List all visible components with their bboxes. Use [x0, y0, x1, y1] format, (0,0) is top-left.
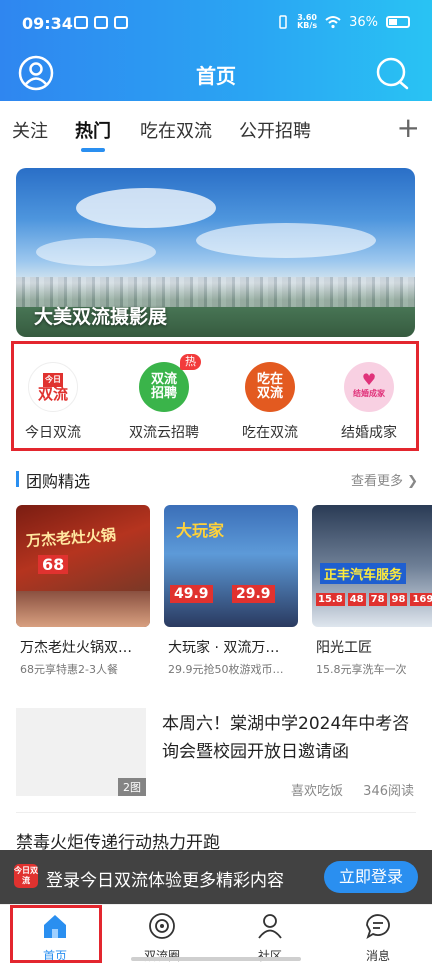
status-notification-icons [74, 16, 128, 29]
header: 09:34 3.60 KB/s 36% 首页 [0, 0, 432, 101]
marriage-icon: ♥ 结婚成家 [344, 362, 394, 412]
section-accent-bar [16, 471, 19, 487]
divider [16, 812, 416, 813]
tab-public-recruitment[interactable]: 公开招聘 [239, 117, 311, 143]
card-title: 万杰老灶火锅双… [20, 640, 132, 656]
channel-tabs: 关注 热门 吃在双流 公开招聘 + [0, 101, 432, 157]
card-subtitle: 68元享特惠2-3人餐 [20, 663, 118, 676]
status-right: 3.60 KB/s 36% [277, 14, 410, 30]
active-tab-indicator [81, 148, 105, 152]
card-image: 正丰汽车服务 15.8 48 78 98 169 [312, 505, 432, 627]
network-speed: 3.60 KB/s [297, 13, 318, 30]
card-subtitle: 29.9元抢50枚游戏币… [168, 663, 284, 676]
chevron-right-icon: ❯ [407, 474, 418, 489]
status-time: 09:34 [22, 14, 73, 33]
notification-icon [94, 16, 108, 29]
banner-carousel[interactable]: 大美双流摄影展 [16, 168, 415, 337]
community-icon [258, 914, 282, 939]
quick-link-marriage[interactable]: ♥ 结婚成家 结婚成家 [319, 362, 419, 442]
card-image: 万杰老灶火锅 68 [16, 505, 150, 627]
today-shuangliu-icon: 今日 双流 [28, 362, 78, 412]
page-title: 首页 [196, 64, 236, 88]
banner-cloud [76, 188, 216, 228]
news-article[interactable]: 2图 本周六！棠湖中学2024年中考咨询会暨校园开放日邀请函 喜欢吃饭 346阅… [16, 708, 416, 800]
tab-hot[interactable]: 热门 [75, 117, 111, 143]
banner-caption: 大美双流摄影展 [34, 306, 168, 328]
login-prompt-bar: 今日双流 登录今日双流体验更多精彩内容 立即登录 [0, 850, 432, 904]
card-title: 大玩家 · 双流万… [168, 640, 280, 656]
banner-cloud [36, 238, 156, 266]
quick-link-eat-in-shuangliu[interactable]: 吃在双流 吃在双流 [220, 362, 320, 442]
group-buy-section-header: 团购精选 查看更多 ❯ [16, 468, 418, 492]
notification-icon [74, 16, 88, 29]
quick-link-label: 双流云招聘 [129, 425, 199, 441]
quick-link-label: 吃在双流 [242, 425, 298, 441]
card-title: 阳光工匠 [316, 640, 372, 656]
search-icon[interactable] [374, 55, 410, 91]
circle-icon [149, 913, 175, 939]
hot-badge: 热 [180, 354, 201, 370]
nav-item-messages[interactable]: 消息 [328, 911, 428, 964]
see-more-link[interactable]: 查看更多 ❯ [351, 470, 418, 489]
notification-icon [114, 16, 128, 29]
quick-link-cloud-recruitment[interactable]: 双流招聘 热 双流云招聘 [114, 354, 214, 442]
article-meta: 喜欢吃饭 346阅读 [275, 780, 414, 799]
article-reads: 346阅读 [363, 784, 414, 799]
article-thumbnail: 2图 [16, 708, 146, 796]
add-channel-button[interactable]: + [397, 111, 420, 144]
battery-icon [386, 16, 410, 28]
article-title: 本周六！棠湖中学2024年中考咨询会暨校园开放日邀请函 [162, 714, 410, 762]
banner-cloud [196, 223, 376, 258]
login-button[interactable]: 立即登录 [324, 861, 418, 893]
quick-link-label: 今日双流 [25, 425, 81, 441]
eat-icon: 吃在双流 [245, 362, 295, 412]
section-title: 团购精选 [26, 472, 91, 491]
status-bar: 09:34 3.60 KB/s 36% [0, 0, 432, 46]
wifi-icon [325, 16, 341, 29]
group-buy-card[interactable]: 正丰汽车服务 15.8 48 78 98 169 阳光工匠 15.8元享洗车一次 [312, 505, 432, 677]
tab-eat-in-shuangliu[interactable]: 吃在双流 [140, 117, 212, 143]
app-logo-icon: 今日双流 [14, 864, 38, 888]
group-buy-card[interactable]: 万杰老灶火锅 68 万杰老灶火锅双… 68元享特惠2-3人餐 [16, 505, 150, 677]
battery-percent: 36% [349, 14, 378, 30]
quick-link-label: 结婚成家 [341, 425, 397, 441]
vibrate-icon [279, 15, 287, 29]
group-buy-card[interactable]: 大玩家 49.9 29.9 大玩家 · 双流万… 29.9元抢50枚游戏币… [164, 505, 298, 677]
message-icon [366, 914, 390, 940]
tab-follow[interactable]: 关注 [12, 117, 48, 143]
card-image: 大玩家 49.9 29.9 [164, 505, 298, 627]
login-prompt-text: 登录今日双流体验更多精彩内容 [46, 871, 284, 891]
home-tab-highlight [10, 905, 102, 963]
quick-links: 今日 双流 今日双流 双流招聘 热 双流云招聘 吃在双流 吃在双流 ♥ 结婚成家… [11, 341, 419, 451]
quick-link-today-shuangliu[interactable]: 今日 双流 今日双流 [3, 362, 103, 442]
gesture-home-indicator[interactable] [131, 957, 301, 961]
article-source: 喜欢吃饭 [291, 784, 344, 799]
card-subtitle: 15.8元享洗车一次 [316, 663, 407, 676]
recruitment-icon: 双流招聘 热 [139, 354, 201, 412]
image-count-badge: 2图 [118, 778, 146, 796]
